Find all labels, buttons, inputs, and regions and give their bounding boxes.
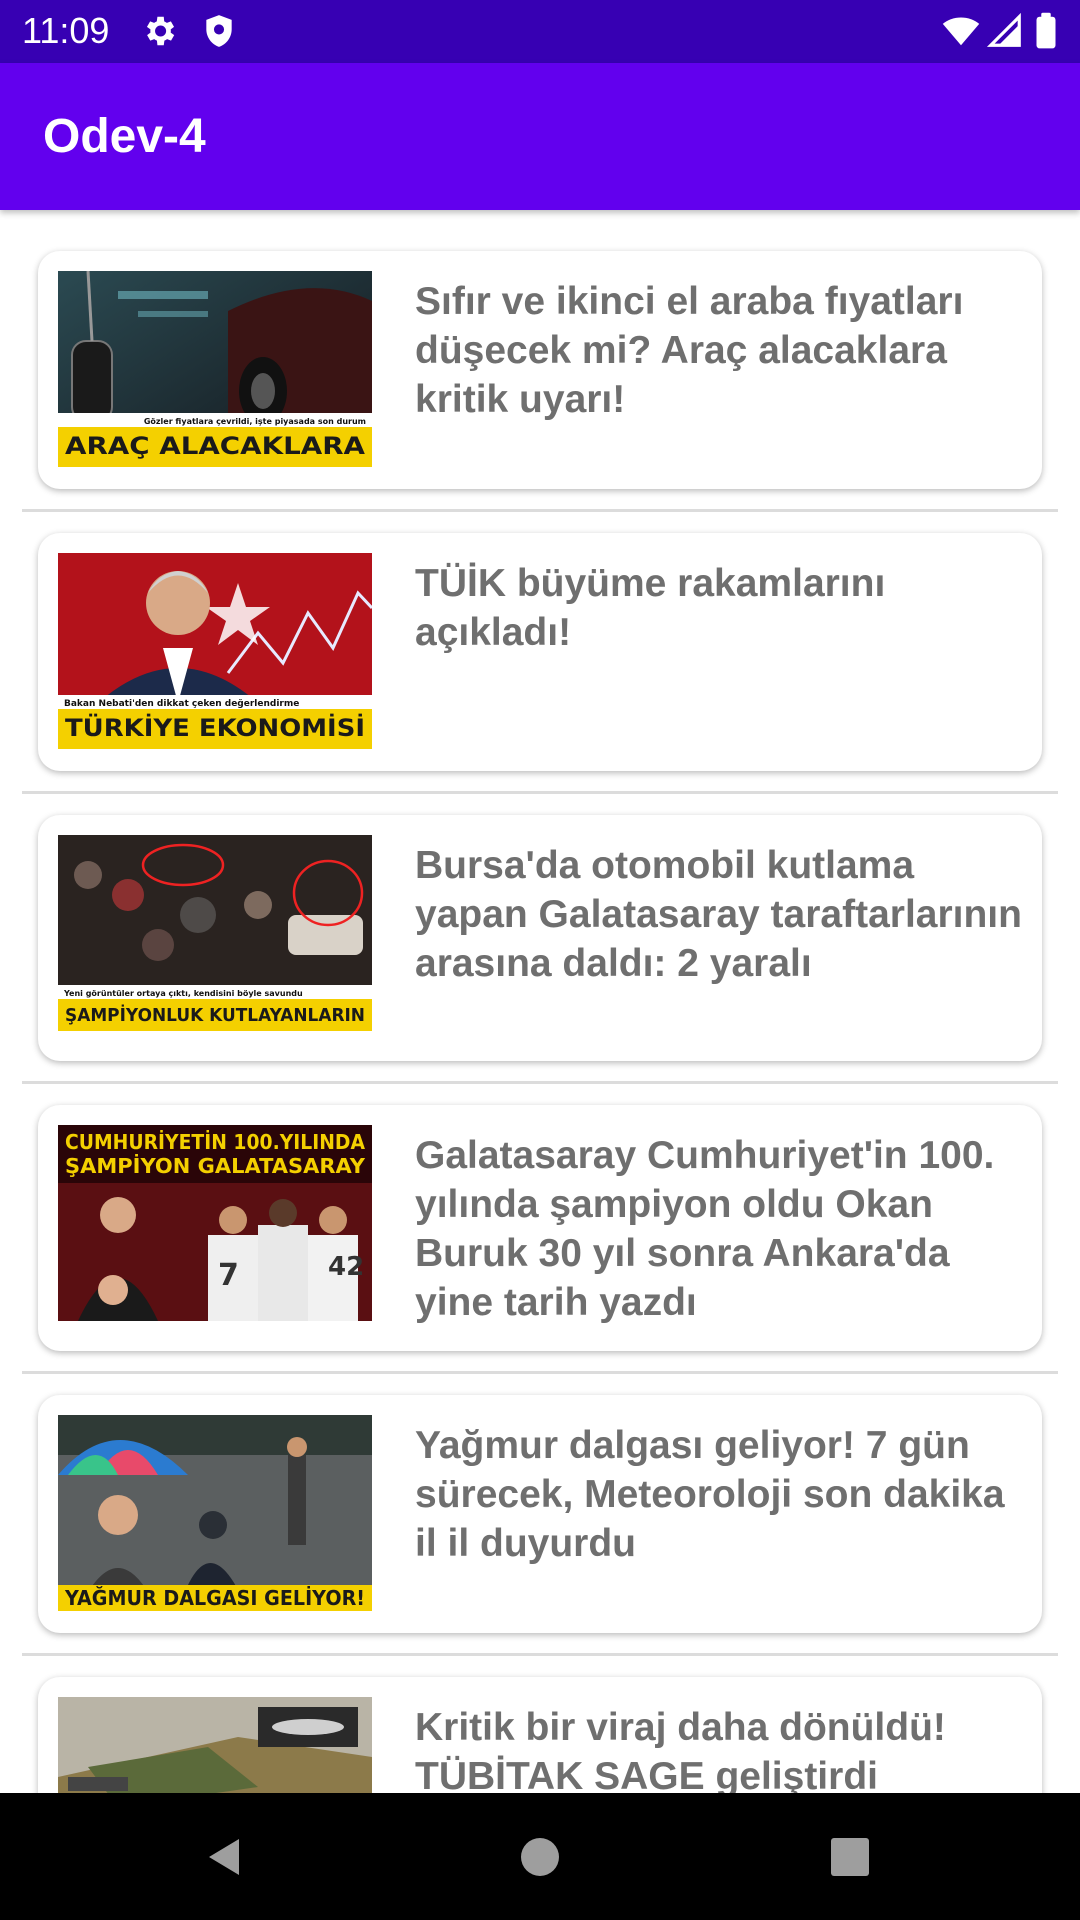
status-time: 11:09 bbox=[22, 10, 110, 51]
home-icon[interactable] bbox=[508, 1825, 572, 1889]
news-headline: Sıfır ve ikinci el araba fıyatları düşec… bbox=[415, 280, 964, 421]
news-card[interactable]: CUMHURİYETİN 100.YILINDA ŞAMPİYON GALATA… bbox=[38, 1105, 1042, 1351]
news-thumbnail: Bakan Nebati'den dikkat çeken değerlendi… bbox=[58, 553, 372, 749]
news-thumbnail: Gözler fiyatlara çevrildi, işte piyasada… bbox=[58, 271, 372, 467]
status-bar: 11:09 bbox=[0, 0, 1080, 63]
settings-icon bbox=[140, 12, 178, 50]
news-image-6 bbox=[58, 1697, 372, 1793]
divider bbox=[22, 1371, 1058, 1374]
news-image-title: ŞAMPİYONLUK KUTLAYANLARIN bbox=[65, 1004, 365, 1026]
news-image-3: Yeni görüntüler ortaya çıktı, kendisini … bbox=[58, 835, 372, 1031]
wifi-icon bbox=[942, 12, 980, 50]
news-image-1: Gözler fiyatlara çevrildi, işte piyasada… bbox=[58, 271, 372, 467]
news-headline: Bursa'da otomobil kutlama yapan Galatasa… bbox=[415, 844, 1022, 985]
news-image-title: ŞAMPİYON GALATASARAY bbox=[65, 1154, 366, 1178]
news-thumbnail: CUMHURİYETİN 100.YILINDA ŞAMPİYON GALATA… bbox=[58, 1125, 372, 1321]
news-image-title: TÜRKİYE EKONOMİSİ bbox=[65, 712, 365, 742]
news-image-caption: CUMHURİYETİN 100.YILINDA bbox=[65, 1130, 365, 1154]
app-bar: Odev-4 bbox=[0, 63, 1080, 210]
news-thumbnail: YAĞMUR DALGASI GELİYOR! bbox=[58, 1415, 372, 1611]
news-headline: Kritik bir viraj daha dönüldü! TÜBİTAK S… bbox=[415, 1706, 946, 1793]
recents-icon[interactable] bbox=[818, 1825, 882, 1889]
news-image-caption: Bakan Nebati'den dikkat çeken değerlendi… bbox=[64, 699, 299, 709]
news-headline: TÜİK büyüme rakamlarını açıkladı! bbox=[415, 562, 886, 654]
news-card[interactable]: Kritik bir viraj daha dönüldü! TÜBİTAK S… bbox=[38, 1677, 1042, 1793]
svg-text:42: 42 bbox=[328, 1252, 364, 1282]
news-headline: Yağmur dalgası geliyor! 7 gün sürecek, M… bbox=[415, 1424, 1005, 1565]
signal-icon bbox=[986, 12, 1024, 50]
svg-text:7: 7 bbox=[218, 1258, 239, 1293]
news-card[interactable]: Gözler fiyatlara çevrildi, işte piyasada… bbox=[38, 251, 1042, 489]
app-title: Odev-4 bbox=[43, 110, 206, 163]
news-thumbnail: Yeni görüntüler ortaya çıktı, kendisini … bbox=[58, 835, 372, 1031]
news-image-2: Bakan Nebati'den dikkat çeken değerlendi… bbox=[58, 553, 372, 749]
news-image-4: CUMHURİYETİN 100.YILINDA ŞAMPİYON GALATA… bbox=[58, 1125, 372, 1321]
news-image-title: ARAÇ ALACAKLARA bbox=[65, 432, 365, 460]
news-thumbnail bbox=[58, 1697, 372, 1793]
divider bbox=[22, 1081, 1058, 1084]
news-image-title: YAĞMUR DALGASI GELİYOR! bbox=[64, 1586, 365, 1610]
divider bbox=[22, 509, 1058, 512]
back-icon[interactable] bbox=[195, 1825, 259, 1889]
news-headline: Galatasaray Cumhuriyet'in 100. yılında ş… bbox=[415, 1134, 995, 1324]
news-card[interactable]: Yeni görüntüler ortaya çıktı, kendisini … bbox=[38, 815, 1042, 1061]
news-feed[interactable]: Gözler fiyatlara çevrildi, işte piyasada… bbox=[0, 210, 1080, 1793]
shield-icon bbox=[200, 12, 238, 50]
news-image-caption: Yeni görüntüler ortaya çıktı, kendisini … bbox=[63, 989, 303, 998]
news-image-5: YAĞMUR DALGASI GELİYOR! bbox=[58, 1415, 372, 1611]
navigation-bar bbox=[0, 1793, 1080, 1920]
news-card[interactable]: Bakan Nebati'den dikkat çeken değerlendi… bbox=[38, 533, 1042, 771]
battery-icon bbox=[1032, 12, 1060, 50]
divider bbox=[22, 791, 1058, 794]
news-image-caption: Gözler fiyatlara çevrildi, işte piyasada… bbox=[144, 417, 366, 426]
divider bbox=[22, 1653, 1058, 1656]
news-card[interactable]: YAĞMUR DALGASI GELİYOR! Yağmur dalgası g… bbox=[38, 1395, 1042, 1633]
